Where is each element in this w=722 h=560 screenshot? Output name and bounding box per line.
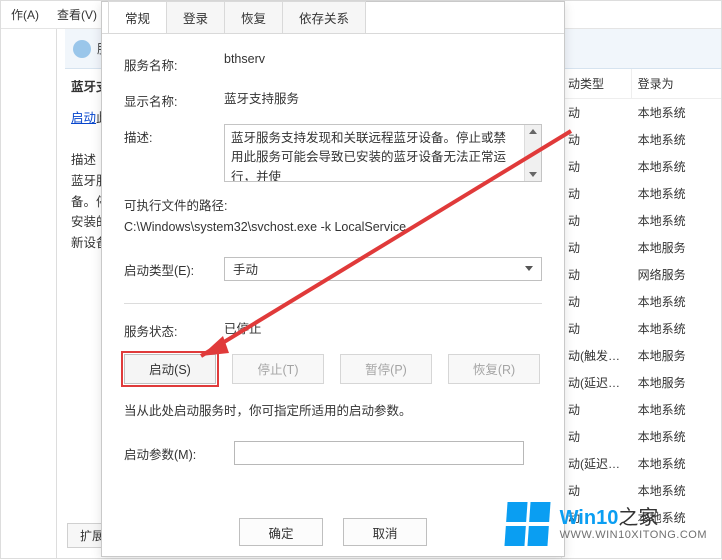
status-value: 已停止 [224, 318, 542, 337]
table-row[interactable]: 动本地系统 [562, 126, 721, 153]
watermark: Win10之家 WWW.WIN10XITONG.COM [506, 502, 707, 546]
table-row[interactable]: 动本地系统 [562, 180, 721, 207]
chevron-down-icon [525, 266, 533, 271]
svc-name-label: 服务名称: [124, 52, 224, 74]
tree-pane [1, 29, 57, 558]
tab-general[interactable]: 常规 [108, 1, 167, 33]
service-properties-dialog: 常规 登录 恢复 依存关系 服务名称: bthserv 显示名称: 蓝牙支持服务… [101, 1, 565, 557]
table-row[interactable]: 动(触发…本地服务 [562, 342, 721, 369]
table-row[interactable]: 动本地系统 [562, 315, 721, 342]
table-row[interactable]: 动本地系统 [562, 477, 721, 504]
start-params-label: 启动参数(M): [124, 441, 234, 463]
exe-path-value: C:\Windows\system32\svchost.exe -k Local… [124, 217, 542, 238]
col-logon-as[interactable]: 登录为 [632, 69, 721, 98]
ok-button[interactable]: 确定 [239, 518, 323, 546]
status-label: 服务状态: [124, 318, 224, 340]
table-row[interactable]: 动本地系统 [562, 153, 721, 180]
table-row[interactable]: 动(延迟…本地服务 [562, 369, 721, 396]
menu-action[interactable]: 作(A) [7, 4, 43, 25]
windows-logo-icon [504, 502, 551, 546]
table-row[interactable]: 动本地系统 [562, 99, 721, 126]
start-button[interactable]: 启动(S) [124, 354, 216, 384]
table-row[interactable]: 动网络服务 [562, 261, 721, 288]
scrollbar[interactable] [524, 125, 541, 181]
disp-name-value: 蓝牙支持服务 [224, 88, 542, 107]
table-row[interactable]: 动本地系统 [562, 288, 721, 315]
table-row[interactable]: 动本地系统 [562, 396, 721, 423]
services-table: 动类型 登录为 动本地系统动本地系统动本地系统动本地系统动本地系统动本地服务动网… [561, 69, 721, 558]
description-textbox[interactable]: 蓝牙服务支持发现和关联远程蓝牙设备。停止或禁用此服务可能会导致已安装的蓝牙设备无… [224, 124, 542, 182]
svc-name-value: bthserv [224, 52, 542, 66]
col-startup-type[interactable]: 动类型 [562, 69, 632, 98]
tab-recovery[interactable]: 恢复 [224, 1, 283, 33]
exe-path-label: 可执行文件的路径: [124, 196, 542, 217]
desc-label: 描述: [124, 124, 224, 146]
menu-view[interactable]: 查看(V) [53, 4, 101, 25]
pause-button: 暂停(P) [340, 354, 432, 384]
table-row[interactable]: 动本地系统 [562, 423, 721, 450]
table-row[interactable]: 动(延迟…本地系统 [562, 450, 721, 477]
cancel-button[interactable]: 取消 [343, 518, 427, 546]
start-link[interactable]: 启动 [71, 111, 96, 125]
startup-type-select[interactable]: 手动 [224, 257, 542, 281]
tab-depends[interactable]: 依存关系 [282, 1, 366, 33]
startup-info-text: 当从此处启动服务时，你可指定所适用的启动参数。 [124, 400, 542, 419]
disp-name-label: 显示名称: [124, 88, 224, 110]
tab-logon[interactable]: 登录 [166, 1, 225, 33]
resume-button: 恢复(R) [448, 354, 540, 384]
table-row[interactable]: 动本地服务 [562, 234, 721, 261]
start-params-input[interactable] [234, 441, 524, 465]
table-row[interactable]: 动本地系统 [562, 207, 721, 234]
stop-button: 停止(T) [232, 354, 324, 384]
startup-type-label: 启动类型(E): [124, 257, 224, 279]
